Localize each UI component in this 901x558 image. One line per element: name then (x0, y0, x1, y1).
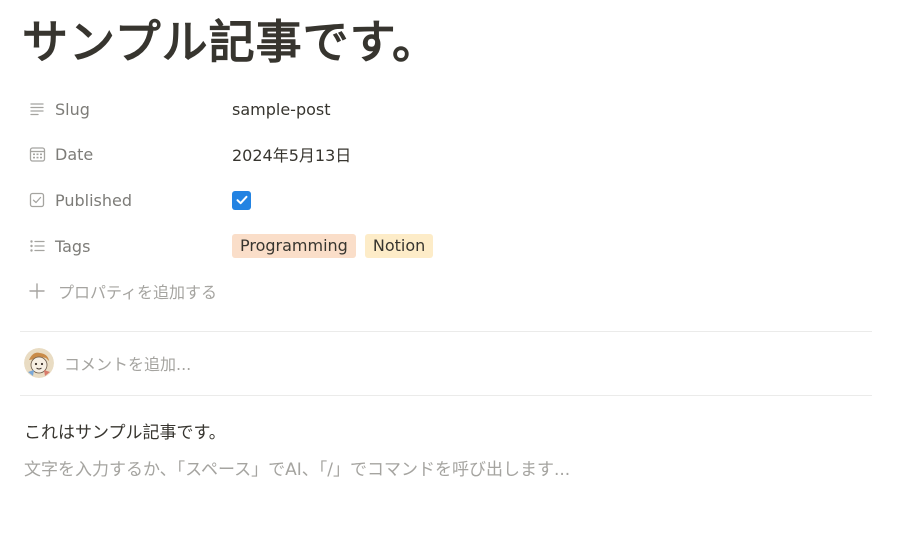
property-value-slug[interactable]: sample-post (232, 92, 331, 126)
property-value-tags[interactable]: Programming Notion (232, 229, 442, 263)
property-name-tags[interactable]: Tags (20, 229, 232, 263)
slug-value: sample-post (232, 99, 331, 119)
tag-notion[interactable]: Notion (364, 234, 434, 258)
comment-input: コメントを追加... (64, 355, 192, 374)
divider (20, 331, 872, 332)
content-paragraph[interactable]: これはサンプル記事です。 (24, 421, 226, 445)
property-row-tags: Tags Programming Notion (20, 229, 872, 263)
property-row-published: Published (20, 183, 872, 217)
calendar-icon (27, 144, 47, 164)
content-input-placeholder[interactable]: 文字を入力するか、「スペース」でAI、「/」でコマンドを呼び出します... (24, 458, 570, 482)
property-row-slug: Slug sample-post (20, 92, 872, 126)
date-value: 2024年5月13日 (232, 146, 352, 165)
comment-row[interactable]: コメントを追加... (24, 347, 191, 379)
tag-programming[interactable]: Programming (232, 234, 356, 258)
property-label: Published (55, 190, 133, 210)
property-label: Slug (55, 99, 90, 119)
property-name-published[interactable]: Published (20, 183, 232, 217)
plus-icon (27, 281, 47, 301)
property-value-published (232, 183, 251, 217)
text-lines-icon (27, 99, 47, 119)
avatar (24, 348, 54, 378)
add-property-label-wrap: プロパティを追加する (20, 274, 217, 308)
property-name-slug[interactable]: Slug (20, 92, 232, 126)
page-title[interactable]: サンプル記事です。 (22, 12, 439, 72)
property-row-date: Date 2024年5月13日 (20, 137, 872, 171)
add-property-label: プロパティを追加する (58, 283, 218, 302)
property-name-date[interactable]: Date (20, 137, 232, 171)
property-label: Date (55, 144, 94, 164)
add-property-button[interactable]: プロパティを追加する (20, 274, 872, 308)
list-icon (27, 236, 47, 256)
property-label: Tags (55, 236, 91, 256)
divider (20, 395, 872, 396)
checkbox-icon (27, 190, 47, 210)
published-checkbox[interactable] (232, 190, 251, 210)
property-value-date[interactable]: 2024年5月13日 (232, 137, 351, 171)
